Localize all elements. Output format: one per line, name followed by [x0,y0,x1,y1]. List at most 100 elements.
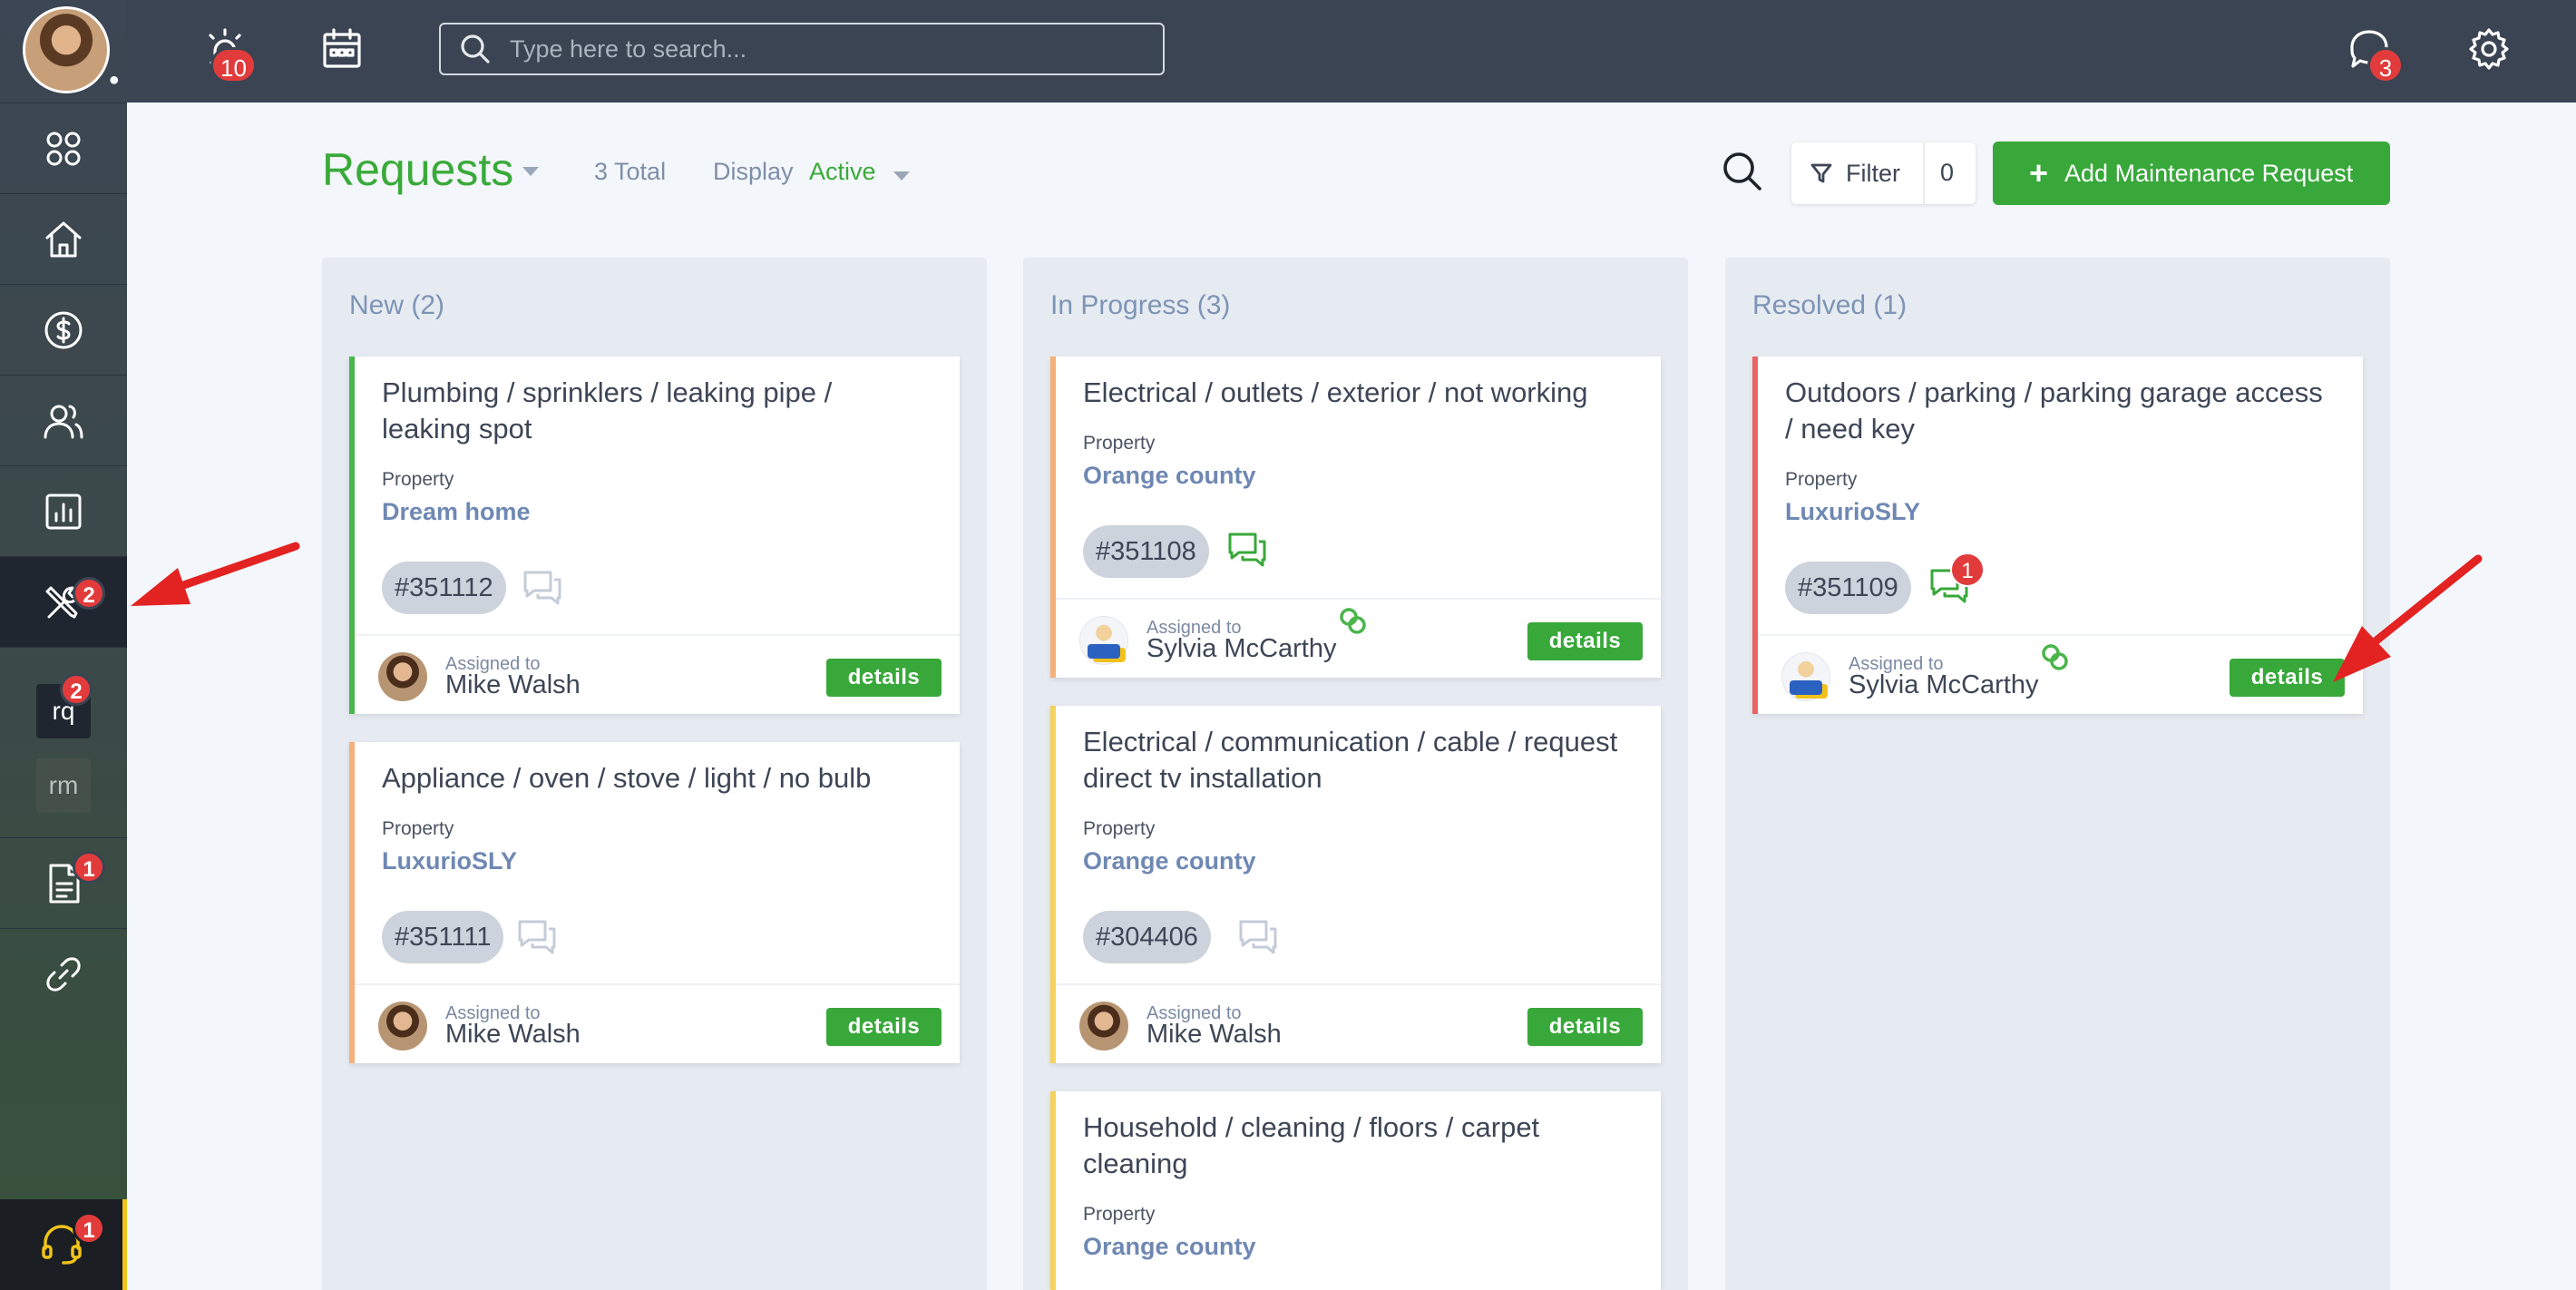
property-label: Property [382,818,454,839]
annotation-arrow-right [2333,554,2483,682]
grid-icon [46,132,81,165]
comments-icon[interactable] [516,918,558,956]
column-new: New (2) Plumbing / sprinklers / leaking … [322,258,987,1290]
card-footer: Assigned to Mike Walsh details [1056,983,1661,1063]
details-button[interactable]: details [826,659,942,697]
sidebar-item-home[interactable] [0,193,127,284]
property-label: Property [1083,818,1156,839]
home-icon [45,221,82,257]
sidebar-item-maintenance[interactable]: 2 [0,556,127,647]
search-box [439,23,1165,75]
plus-icon: + [2029,154,2049,191]
request-id-badge: #351112 [382,562,506,614]
request-card[interactable]: Outdoors / parking / parking garage acce… [1752,357,2363,714]
settings-button[interactable] [2462,22,2516,76]
gear-icon [2469,28,2509,70]
card-title: Plumbing / sprinklers / leaking pipe / l… [382,376,833,445]
request-id-badge: #351108 [1083,525,1209,578]
documents-badge: 1 [73,851,105,884]
property-label: Property [1785,469,1858,490]
column-title: New (2) [349,290,445,320]
display-dropdown[interactable]: Active [809,158,876,186]
support-badge: 1 [73,1212,105,1245]
request-card[interactable]: Plumbing / sprinklers / leaking pipe / l… [349,357,960,714]
sidebar-item-links[interactable] [0,928,127,1019]
property-link[interactable]: LuxurioSLY [1785,498,1920,526]
details-button[interactable]: details [826,1008,942,1046]
sidebar-item-dashboard[interactable] [0,103,127,193]
card-footer: Assigned to Mike Walsh details [355,634,960,714]
property-link[interactable]: Orange county [1083,847,1256,875]
property-link[interactable]: Dream home [382,498,531,526]
support-button[interactable]: 1 [0,1199,127,1290]
assignee-avatar [1079,616,1128,665]
assignee-avatar [378,1002,427,1051]
filter-count: 0 [1940,159,1955,186]
calendar-icon [323,28,361,68]
alarm-badge: 10 [210,47,257,83]
card-title: Appliance / oven / stove / light / no bu… [382,762,872,794]
users-icon [44,405,83,438]
add-maintenance-request-button[interactable]: + Add Maintenance Request [1993,142,2390,205]
card-footer: Assigned to Mike Walsh details [355,983,960,1063]
details-button[interactable]: details [1527,622,1643,660]
search-icon [1723,152,1761,191]
request-card[interactable]: Electrical / outlets / exterior / not wo… [1050,357,1661,678]
sidebar-item-documents[interactable]: 1 [0,837,127,928]
card-title: Electrical / outlets / exterior / not wo… [1083,376,1588,408]
calendar-button[interactable] [315,22,369,76]
column-in-progress: In Progress (3) Electrical / outlets / e… [1023,258,1688,1290]
assignee-name: Sylvia McCarthy [1849,670,2039,699]
display-label: Display [713,158,794,185]
search-input[interactable] [510,34,1145,64]
link-icon [46,956,81,992]
comments-icon[interactable] [1237,918,1279,956]
comments-icon[interactable] [1226,531,1268,569]
card-title: Household / cleaning / floors / carpet c… [1083,1111,1540,1179]
assignee-name: Mike Walsh [445,670,581,699]
request-id-badge: #351111 [382,911,504,963]
assignee-name: Mike Walsh [1147,1020,1282,1049]
rq-badge: 2 [60,673,93,706]
card-footer: Assigned to Sylvia McCarthy details [1056,598,1661,678]
filter-icon [1810,163,1832,183]
display-caret-icon[interactable] [893,171,910,181]
comments-icon[interactable] [522,569,563,607]
request-id-badge: #351109 [1785,562,1911,614]
messages-badge: 3 [2367,47,2404,83]
property-link[interactable]: Orange county [1083,1233,1256,1261]
column-title: In Progress (3) [1050,290,1231,320]
dollar-icon [44,311,83,348]
title-dropdown-caret-icon[interactable] [522,167,539,176]
property-label: Property [1083,1204,1156,1225]
add-button-label: Add Maintenance Request [2064,159,2354,187]
property-link[interactable]: Orange county [1083,462,1256,490]
details-button[interactable]: details [1527,1008,1643,1046]
card-title: Electrical / communication / cable / req… [1083,726,1618,794]
annotation-arrow-left [131,542,300,606]
sidebar-item-accounting[interactable] [0,284,127,375]
maintenance-badge: 2 [73,577,105,610]
assignee-avatar [378,652,427,701]
chart-icon [45,494,82,529]
filter-button[interactable]: Filter 0 [1791,142,1976,204]
sidebar-item-reports[interactable] [0,465,127,556]
comments-badge: 1 [1950,552,1985,587]
request-card[interactable]: Household / cleaning / floors / carpet c… [1050,1091,1661,1290]
top-bar: 10 3 [127,0,2576,103]
requests-search-button[interactable] [1720,149,1765,194]
sidebar-sub-rm[interactable]: rm [36,758,91,813]
request-id-badge: #304406 [1083,911,1211,963]
assignee-avatar [1079,1002,1128,1051]
property-link[interactable]: LuxurioSLY [382,847,517,875]
search-icon [461,34,490,64]
page-title[interactable]: Requests [322,143,513,196]
sidebar-item-people[interactable] [0,375,127,465]
sidebar-submenu: rq 2 rm [0,647,127,828]
request-card[interactable]: Electrical / communication / cable / req… [1050,706,1661,1063]
assignee-name: Sylvia McCarthy [1147,634,1337,663]
column-title: Resolved (1) [1752,290,1908,320]
user-avatar[interactable] [23,6,110,93]
request-card[interactable]: Appliance / oven / stove / light / no bu… [349,742,960,1063]
total-count: 3 Total [594,158,667,185]
